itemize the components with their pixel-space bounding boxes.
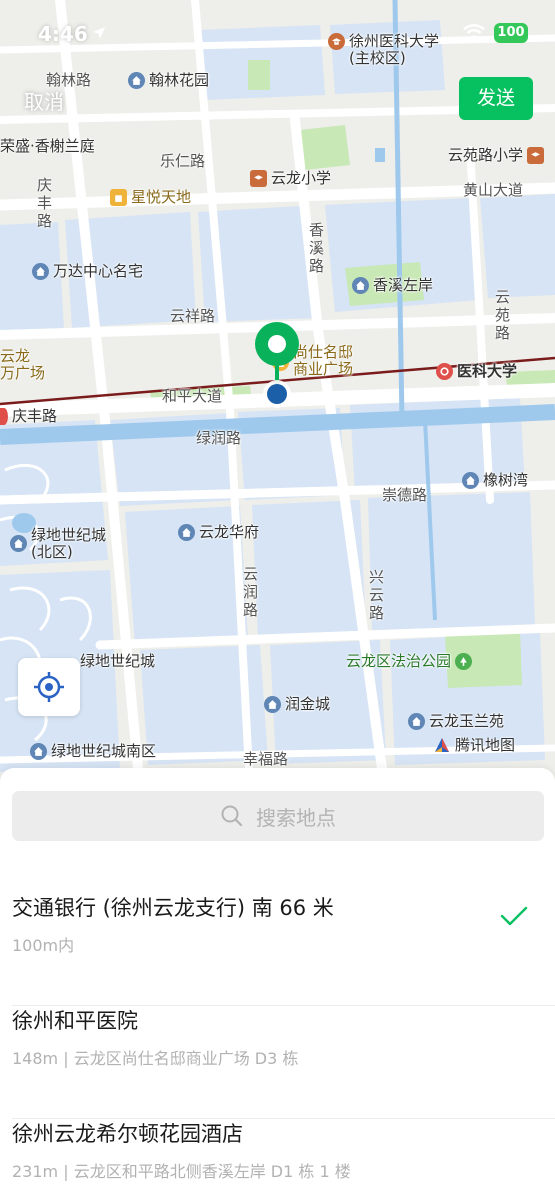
tencent-map-label: 腾讯地图 [455,736,516,754]
place-detail: 231m | 云龙区和平路北侧香溪左岸 D1 栋 1 楼 [12,1162,351,1181]
map-poi-label: 云龙区法治公园 [346,652,452,670]
place-list-item[interactable]: 交通银行 (徐州云龙支行) 南 66 米 100m内 [0,892,555,1006]
map-label-area: 荣盛·香榭兰庭 [0,137,95,155]
map-poi-label: 云龙 [0,347,31,365]
map-label-road: 乐仁路 [160,152,206,170]
place-detail: 100m内 [12,936,75,955]
place-list-item[interactable]: 徐州和平医院 148m | 云龙区尚仕名邸商业广场 D3 栋 [0,1005,555,1119]
map-poi[interactable]: 云龙小学 [250,170,331,187]
map-label-road: 云祥路 [170,307,216,325]
house-icon [30,743,47,760]
status-bar: 4:46 100 [0,22,555,52]
school-icon [250,170,267,187]
place-detail: 148m | 云龙区尚仕名邸商业广场 D3 栋 [12,1049,299,1068]
house-icon [352,277,369,294]
map-poi[interactable]: 橡树湾 [462,472,528,489]
map-poi-sublabel: 商业广场 [293,360,354,378]
metro-icon [0,408,8,425]
battery-indicator: 100 [494,23,528,43]
map-poi[interactable]: 云龙 万广场 [0,348,45,382]
send-button[interactable]: 发送 [459,77,533,120]
map-poi-label: 云龙小学 [271,169,332,187]
map-label-road: 庆丰路 [36,176,52,230]
house-icon [264,696,281,713]
map-label-road: 兴云路 [368,568,384,622]
map-poi-label: 云龙玉兰苑 [429,712,505,730]
map-poi[interactable]: 星悦天地 [110,189,191,206]
map-poi-sublabel: 万广场 [0,364,46,382]
metro-icon [436,363,453,380]
map-poi-label: 庆丰路 [12,407,58,425]
search-icon [221,805,243,827]
search-placeholder: 搜索地点 [256,805,336,830]
place-name: 交通银行 (徐州云龙支行) 南 66 米 [12,896,334,920]
house-icon [178,524,195,541]
map-poi[interactable]: 润金城 [264,696,330,713]
map-poi-label: 医科大学 [457,362,518,380]
map-label-road: 和平大道 [162,387,223,405]
map-poi[interactable]: 翰林花园 [128,72,209,89]
map-poi[interactable]: 绿地世纪城 (北区) [10,527,106,561]
tencent-map-logo-icon [435,737,449,752]
map-poi[interactable]: 香溪左岸 [352,277,433,294]
house-icon [32,263,49,280]
cancel-button[interactable]: 取消 [24,86,64,115]
map-poi[interactable]: 万达中心名宅 [32,263,143,280]
map-attribution: 腾讯地图 [433,734,515,755]
map-label-road: 云苑路 [494,288,510,342]
checkmark-icon [500,906,528,926]
map-poi-label: 橡树湾 [483,471,529,489]
map-poi-label: 尚仕名邸 [293,343,354,361]
map-poi[interactable]: 绿地世纪城南区 [30,743,156,760]
map-poi-sublabel: (主校区) [349,49,406,67]
place-name: 徐州云龙希尔顿花园酒店 [12,1122,243,1146]
location-pin-icon[interactable] [252,320,302,412]
map-poi[interactable]: 云龙玉兰苑 [408,713,504,730]
map-poi-label: 绿地世纪城南区 [51,742,157,760]
place-picker-sheet: 搜索地点 交通银行 (徐州云龙支行) 南 66 米 100m内 徐州和平医院 1… [0,768,555,1200]
search-input[interactable]: 搜索地点 [12,791,544,841]
map-label-road: 崇德路 [382,486,428,504]
house-icon [408,713,425,730]
tree-icon [455,653,473,670]
map-poi-label: 翰林花园 [149,71,210,89]
status-time: 4:46 [38,22,88,46]
map-poi[interactable]: 庆丰路 [0,408,57,425]
house-icon [10,535,27,552]
school-icon [527,147,545,164]
map-poi-label: 云龙华府 [199,523,260,541]
map-poi-label: 云苑路小学 [448,146,524,164]
locate-button[interactable] [18,658,80,716]
map-label-road: 香溪路 [308,221,324,275]
shopping-icon [110,189,127,206]
map-poi-label: 星悦天地 [131,188,192,206]
map-label-road: 黄山大道 [463,181,524,199]
place-name: 徐州和平医院 [12,1009,138,1033]
map-label-area: 绿地世纪城 [80,652,156,670]
wifi-icon [463,24,485,40]
map-poi-label: 万达中心名宅 [53,262,144,280]
map-poi[interactable]: 云龙华府 [178,524,259,541]
place-list-item[interactable]: 徐州云龙希尔顿花园酒店 231m | 云龙区和平路北侧香溪左岸 D1 栋 1 楼 [0,1118,555,1200]
map-poi-label: 润金城 [285,695,331,713]
map-label-road: 幸福路 [243,750,289,768]
map-poi-label: 绿地世纪城 [31,526,107,544]
house-icon [128,72,145,89]
map-poi[interactable]: 云苑路小学 [448,146,545,164]
crosshair-icon [34,672,64,702]
map-poi[interactable]: 医科大学 [436,363,517,380]
map-poi-sublabel: (北区) [31,543,73,561]
map-poi[interactable]: 云龙区法治公园 [346,652,473,670]
map-label-road: 云润路 [242,565,258,619]
map-poi-label: 香溪左岸 [373,276,434,294]
location-arrow-icon [93,27,105,39]
map-label-road: 绿润路 [196,429,242,447]
house-icon [462,472,479,489]
